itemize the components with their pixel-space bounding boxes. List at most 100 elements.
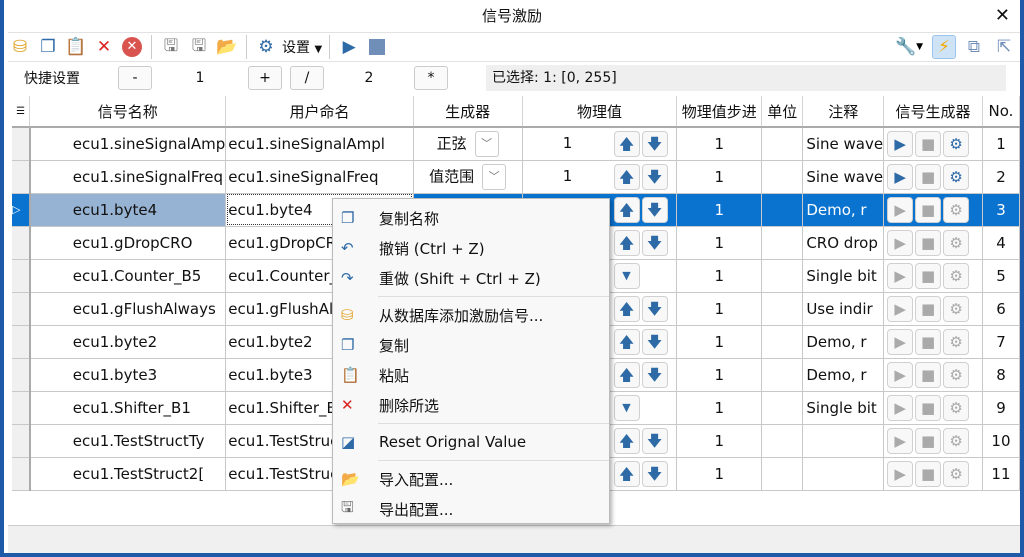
generator-cell[interactable]: 值范围 ﹀ — [413, 160, 523, 194]
stop-icon[interactable]: ■ — [915, 394, 942, 421]
physical-step-cell[interactable]: 1 — [676, 292, 763, 326]
delete-icon[interactable]: ✕ — [92, 35, 116, 59]
signal-name-cell[interactable]: ecu1.gDropCRO — [29, 226, 227, 260]
copy-icon[interactable]: ❐ — [36, 35, 60, 59]
close-icon[interactable]: ✕ — [995, 0, 1010, 32]
physical-step-cell[interactable]: 1 — [676, 391, 763, 425]
gear-icon[interactable]: ⚙ — [943, 130, 970, 157]
column-header-physical-step[interactable]: 物理值步进 — [676, 96, 763, 128]
gear-icon[interactable]: ⚙ — [943, 229, 970, 256]
increment-arrow-up-icon[interactable]: 🡅 — [613, 163, 640, 190]
row-header[interactable] — [12, 127, 31, 161]
menu-item[interactable]: ❐ 复制名称 — [333, 203, 609, 233]
signal-name-cell[interactable]: ecu1.byte2 — [29, 325, 227, 359]
increment-arrow-up-icon[interactable]: 🡅 — [613, 328, 640, 355]
signal-name-cell[interactable]: ecu1.sineSignalFreq — [29, 160, 227, 194]
generator-dropdown-icon[interactable]: ﹀ — [482, 163, 507, 190]
stop-icon[interactable]: ■ — [915, 361, 942, 388]
generator-dropdown-icon[interactable]: ﹀ — [474, 130, 499, 157]
row-header[interactable] — [12, 457, 31, 491]
row-header[interactable] — [12, 259, 31, 293]
table-row[interactable]: ecu1.sineSignalAmp ecu1.sineSignalAmpl 正弦 ﹀… — [12, 127, 1021, 161]
physical-step-cell[interactable]: 1 — [676, 127, 763, 161]
play-icon[interactable]: ▶ — [887, 163, 914, 190]
gear-icon[interactable]: ⚙ — [943, 262, 970, 289]
play-icon[interactable]: ▶ — [887, 229, 914, 256]
paste-icon[interactable]: 📋 — [64, 35, 88, 59]
play-icon[interactable]: ▶ — [887, 361, 914, 388]
gear-icon[interactable]: ⚙ — [943, 295, 970, 322]
play-icon[interactable]: ▶ — [887, 196, 914, 223]
decrement-arrow-down-icon[interactable]: 🡇 — [641, 295, 668, 322]
stop-icon[interactable]: ■ — [915, 130, 942, 157]
gear-icon[interactable]: ⚙ — [943, 361, 970, 388]
increment-arrow-up-icon[interactable]: 🡅 — [613, 196, 640, 223]
play-icon[interactable]: ▶ — [887, 427, 914, 454]
signal-name-cell[interactable]: ecu1.byte3 — [29, 358, 227, 392]
minus-button[interactable]: - — [118, 66, 152, 90]
settings-menu-button[interactable]: 设置 ▼ — [282, 37, 322, 57]
signal-name-cell[interactable]: ecu1.Counter_B5 — [29, 259, 227, 293]
row-header[interactable] — [12, 391, 31, 425]
dropdown-caret-icon[interactable]: ▼ — [613, 262, 640, 289]
export-config-icon[interactable]: 🖫 — [187, 35, 211, 59]
row-header[interactable] — [12, 325, 31, 359]
stop-icon[interactable]: ■ — [915, 196, 942, 223]
row-header[interactable] — [12, 358, 31, 392]
physical-value-cell[interactable]: 1 🡅 🡇 — [522, 160, 678, 194]
decrement-arrow-down-icon[interactable]: 🡇 — [641, 229, 668, 256]
factor-value-input[interactable]: 2 — [324, 70, 414, 86]
physical-value[interactable]: 1 — [523, 134, 613, 152]
column-header-user-name[interactable]: 用户命名 — [225, 96, 414, 128]
gear-icon[interactable]: ⚙ — [943, 427, 970, 454]
increment-arrow-up-icon[interactable]: 🡅 — [613, 460, 640, 487]
stop-icon[interactable]: ■ — [915, 262, 942, 289]
physical-value-cell[interactable]: 1 🡅 🡇 — [522, 127, 678, 161]
play-icon[interactable]: ▶ — [887, 130, 914, 157]
column-header-signal-name[interactable]: 信号名称 — [29, 96, 227, 128]
row-header[interactable]: ▷ — [12, 193, 31, 227]
physical-step-cell[interactable]: 1 — [676, 325, 763, 359]
signal-name-cell[interactable]: ecu1.sineSignalAmp — [29, 127, 227, 161]
plus-button[interactable]: + — [248, 66, 282, 90]
stop-icon[interactable]: ■ — [915, 328, 942, 355]
gear-icon[interactable]: ⚙ — [943, 394, 970, 421]
decrement-arrow-down-icon[interactable]: 🡇 — [641, 130, 668, 157]
stop-icon[interactable]: ■ — [915, 229, 942, 256]
dropdown-caret-icon[interactable]: ▼ — [613, 394, 640, 421]
decrement-arrow-down-icon[interactable]: 🡇 — [641, 163, 668, 190]
user-name-cell[interactable]: ecu1.sineSignalAmpl — [225, 127, 414, 161]
increment-arrow-up-icon[interactable]: 🡅 — [613, 295, 640, 322]
step-value-input[interactable]: 1 — [152, 70, 248, 86]
physical-step-cell[interactable]: 1 — [676, 226, 763, 260]
close-window-icon[interactable]: ⧉ — [962, 35, 986, 59]
physical-step-cell[interactable]: 1 — [676, 424, 763, 458]
signal-name-cell[interactable]: ecu1.TestStructTy — [29, 424, 227, 458]
physical-step-cell[interactable]: 1 — [676, 358, 763, 392]
column-header-signal-generator[interactable]: 信号生成器 — [883, 96, 983, 128]
play-icon[interactable]: ▶ — [887, 262, 914, 289]
row-header-corner[interactable]: ☰ — [12, 96, 31, 128]
signal-name-cell[interactable]: ecu1.TestStruct2[ — [29, 457, 227, 491]
row-header[interactable] — [12, 292, 31, 326]
increment-arrow-up-icon[interactable]: 🡅 — [613, 361, 640, 388]
menu-item[interactable]: ⛁ 从数据库添加激励信号... — [333, 300, 609, 330]
signal-name-cell[interactable]: ecu1.byte4 — [29, 193, 227, 227]
table-row[interactable]: ecu1.sineSignalFreq ecu1.sineSignalFreq 值范… — [12, 160, 1021, 194]
multiply-button[interactable]: * — [414, 66, 448, 90]
decrement-arrow-down-icon[interactable]: 🡇 — [641, 196, 668, 223]
gear-icon[interactable]: ⚙ — [943, 460, 970, 487]
decrement-arrow-down-icon[interactable]: 🡇 — [641, 361, 668, 388]
play-icon[interactable]: ▶ — [887, 295, 914, 322]
import-config-icon[interactable]: 📂 — [215, 35, 239, 59]
popout-icon[interactable]: ⇱ — [992, 35, 1016, 59]
menu-item[interactable]: ◪ Reset Orignal Value — [333, 427, 609, 457]
decrement-arrow-down-icon[interactable]: 🡇 — [641, 328, 668, 355]
column-header-generator[interactable]: 生成器 — [413, 96, 523, 128]
row-header[interactable] — [12, 226, 31, 260]
physical-step-cell[interactable]: 1 — [676, 160, 763, 194]
column-header-unit[interactable]: 单位 — [761, 96, 804, 128]
save-icon[interactable]: 🖫 — [159, 35, 183, 59]
settings-gear-icon[interactable]: ⚙ — [254, 35, 278, 59]
stop-icon[interactable] — [365, 35, 389, 59]
